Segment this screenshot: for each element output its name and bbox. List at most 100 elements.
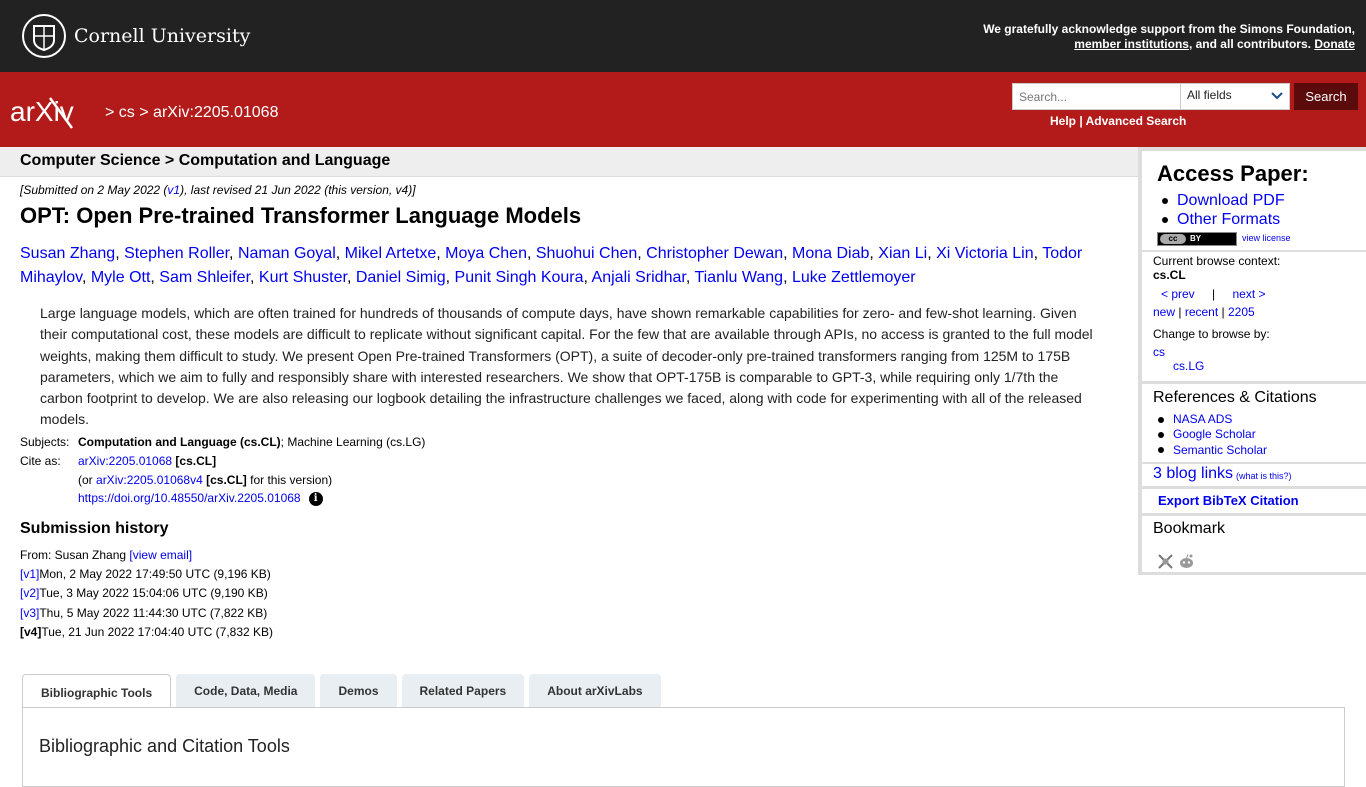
author-link[interactable]: Mona Diab bbox=[792, 245, 869, 262]
author-link[interactable]: Punit Singh Koura bbox=[455, 269, 584, 286]
breadcrumb-paper-id: arXiv:2205.01068 bbox=[153, 104, 279, 121]
author-link[interactable]: Shuohui Chen bbox=[536, 245, 637, 262]
tab-code-data-media[interactable]: Code, Data, Media bbox=[176, 674, 316, 708]
chevron-down-icon bbox=[1271, 89, 1283, 104]
other-formats-link[interactable]: Other Formats bbox=[1177, 211, 1280, 228]
what-is-this-link[interactable]: (what is this?) bbox=[1236, 471, 1292, 481]
author-separator: , bbox=[783, 245, 793, 262]
tab-demos[interactable]: Demos bbox=[320, 674, 397, 708]
references-box: References & Citations NASA ADS Google S… bbox=[1142, 384, 1366, 462]
help-link[interactable]: Help bbox=[1050, 114, 1076, 128]
browse-cslg-link[interactable]: cs.LG bbox=[1173, 359, 1204, 373]
version-row: [v3] Thu, 5 May 2022 11:44:30 UTC (7,822… bbox=[20, 605, 268, 620]
author-link[interactable]: Xi Victoria Lin bbox=[936, 245, 1034, 262]
search-input[interactable] bbox=[1012, 83, 1180, 110]
submission-history-title: Submission history bbox=[20, 520, 169, 537]
author-link[interactable]: Myle Ott bbox=[91, 269, 151, 286]
author-link[interactable]: Tianlu Wang bbox=[694, 269, 783, 286]
access-paper-title: Access Paper: bbox=[1157, 161, 1309, 186]
cornell-seal-icon bbox=[22, 14, 66, 58]
version-v1-link[interactable]: [v1] bbox=[20, 567, 39, 581]
help-links: Help | Advanced Search bbox=[1050, 114, 1187, 128]
prev-link[interactable]: < prev bbox=[1161, 287, 1195, 301]
svg-text:arXiv: arXiv bbox=[10, 96, 74, 127]
download-pdf-link[interactable]: Download PDF bbox=[1177, 192, 1285, 209]
nasa-ads-link[interactable]: NASA ADS bbox=[1173, 412, 1232, 426]
google-scholar-link[interactable]: Google Scholar bbox=[1173, 427, 1256, 441]
author-link[interactable]: Anjali Sridhar bbox=[592, 269, 686, 286]
new-link[interactable]: new bbox=[1153, 305, 1175, 319]
arxiv-header: arXiv > cs > arXiv:2205.01068 All fields… bbox=[0, 72, 1366, 147]
search-field-select[interactable]: All fields bbox=[1180, 83, 1290, 110]
access-paper-box: Access Paper: Download PDF Other Formats… bbox=[1142, 151, 1366, 250]
version-row: [v1] Mon, 2 May 2022 17:49:50 UTC (9,196… bbox=[20, 566, 271, 581]
search-button[interactable]: Search bbox=[1294, 83, 1358, 110]
author-separator: , bbox=[229, 245, 238, 262]
submission-history: From: Susan Zhang [view email] [v1] Mon,… bbox=[20, 545, 273, 641]
author-link[interactable]: Xian Li bbox=[878, 245, 927, 262]
advanced-search-link[interactable]: Advanced Search bbox=[1086, 114, 1187, 128]
browse-cs-link[interactable]: cs bbox=[1153, 345, 1165, 359]
author-separator: , bbox=[150, 269, 160, 286]
doi-link[interactable]: https://doi.org/10.48550/arXiv.2205.0106… bbox=[78, 491, 301, 505]
author-separator: , bbox=[436, 245, 446, 262]
author-link[interactable]: Mikel Artetxe bbox=[345, 245, 437, 262]
yymm-link[interactable]: 2205 bbox=[1228, 305, 1255, 319]
author-separator: , bbox=[783, 269, 792, 286]
version-row: [v4] Tue, 21 Jun 2022 17:04:40 UTC (7,83… bbox=[20, 624, 274, 639]
author-separator: , bbox=[115, 245, 125, 262]
version-v4-current: [v4] bbox=[20, 624, 42, 639]
author-separator: , bbox=[526, 245, 536, 262]
semantic-scholar-link[interactable]: Semantic Scholar bbox=[1173, 443, 1267, 457]
tab-related-papers[interactable]: Related Papers bbox=[401, 674, 525, 708]
cornell-banner: Cornell University We gratefully acknowl… bbox=[0, 0, 1366, 72]
cornell-logo[interactable]: Cornell University bbox=[22, 14, 250, 58]
tab-bibliographic-tools[interactable]: Bibliographic Tools bbox=[22, 674, 172, 709]
subject-heading: Computer Science > Computation and Langu… bbox=[20, 152, 391, 169]
paper-title: OPT: Open Pre-trained Transformer Langua… bbox=[20, 203, 582, 228]
author-separator: , bbox=[869, 245, 879, 262]
tab-about-arxivlabs[interactable]: About arXivLabs bbox=[529, 674, 661, 708]
author-link[interactable]: Daniel Simig bbox=[356, 269, 446, 286]
author-link[interactable]: Christopher Dewan bbox=[646, 245, 783, 262]
export-bibtex-link[interactable]: Export BibTeX Citation bbox=[1158, 493, 1299, 508]
view-license-link[interactable]: view license bbox=[1242, 233, 1291, 243]
author-link[interactable]: Susan Zhang bbox=[20, 245, 115, 262]
blog-links-box: 3 blog links (what is this?) bbox=[1142, 464, 1366, 486]
version-row: [v2] Tue, 3 May 2022 15:04:06 UTC (9,190… bbox=[20, 586, 268, 601]
cite-arxiv-link[interactable]: arXiv:2205.01068 bbox=[78, 454, 172, 468]
cite-label: Cite as: bbox=[20, 453, 61, 468]
author-link[interactable]: Sam Shleifer bbox=[159, 269, 250, 286]
reddit-icon[interactable] bbox=[1178, 553, 1195, 575]
info-icon[interactable]: i bbox=[308, 491, 323, 506]
author-link[interactable]: Stephen Roller bbox=[124, 245, 229, 262]
cornell-name: Cornell University bbox=[74, 25, 251, 47]
submitted-v1-link[interactable]: v1 bbox=[167, 183, 180, 197]
next-link[interactable]: next > bbox=[1233, 287, 1266, 301]
recent-link[interactable]: recent bbox=[1185, 305, 1218, 319]
author-link[interactable]: Moya Chen bbox=[445, 245, 527, 262]
metadata-table: Subjects: Computation and Language (cs.C… bbox=[20, 434, 426, 506]
breadcrumb-cs[interactable]: cs bbox=[119, 104, 135, 121]
author-separator: , bbox=[250, 269, 259, 286]
author-link[interactable]: Luke Zettlemoyer bbox=[792, 269, 916, 286]
donate-link[interactable]: Donate bbox=[1314, 37, 1355, 51]
subjects-label: Subjects: bbox=[20, 434, 70, 449]
version-v2-link[interactable]: [v2] bbox=[20, 586, 39, 600]
blog-links-link[interactable]: 3 blog links bbox=[1153, 465, 1233, 483]
author-link[interactable]: Naman Goyal bbox=[238, 245, 336, 262]
view-email-link[interactable]: [view email] bbox=[129, 548, 192, 562]
browse-context-label: Current browse context: bbox=[1153, 254, 1281, 268]
breadcrumb: > cs > arXiv:2205.01068 bbox=[105, 104, 279, 121]
member-institutions-link[interactable]: member institutions bbox=[1074, 37, 1189, 51]
author-separator: , bbox=[335, 245, 345, 262]
cc-by-license-icon[interactable]: cc BY bbox=[1157, 232, 1237, 246]
arxiv-logo[interactable]: arXiv bbox=[10, 96, 102, 135]
bibsonomy-icon[interactable] bbox=[1157, 553, 1174, 575]
labs-tabs: Bibliographic Tools Code, Data, Media De… bbox=[22, 674, 666, 709]
author-link[interactable]: Kurt Shuster bbox=[259, 269, 347, 286]
cite-version-link[interactable]: arXiv:2205.01068v4 bbox=[96, 473, 203, 487]
bibtex-box: Export BibTeX Citation bbox=[1142, 489, 1366, 513]
version-v3-link[interactable]: [v3] bbox=[20, 606, 39, 620]
browse-context-value: cs.CL bbox=[1153, 268, 1186, 282]
